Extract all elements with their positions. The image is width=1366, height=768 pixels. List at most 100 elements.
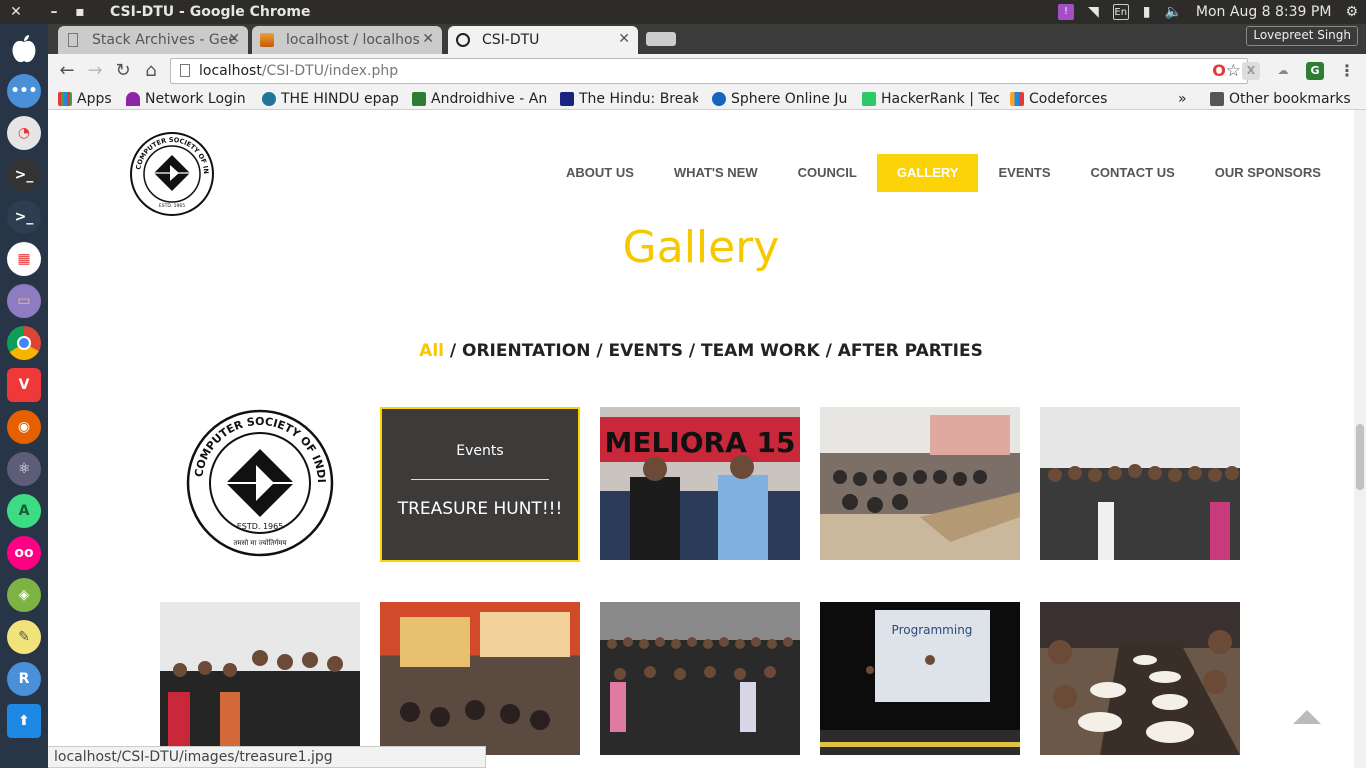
gallery-tile-team-suits[interactable]	[160, 602, 360, 755]
volume-icon[interactable]: 🔈	[1164, 4, 1181, 20]
gallery-tile-meliora[interactable]: MELIORA 15	[600, 407, 800, 560]
vivaldi-icon[interactable]: V	[7, 368, 41, 402]
green-ext-icon[interactable]: G	[1306, 62, 1324, 80]
scrollbar-thumb[interactable]	[1356, 424, 1364, 490]
chrome-icon[interactable]	[7, 326, 41, 360]
bookmark-label: The Hindu: Break	[579, 91, 698, 107]
other-bookmarks[interactable]: Other bookmarks	[1210, 90, 1360, 108]
browser-toolbar: ← → ↻ ⌂ localhost/CSI-DTU/index.php ☆ O …	[48, 54, 1366, 88]
nav-about-us[interactable]: ABOUT US	[546, 154, 654, 192]
wifi-icon[interactable]: ◥	[1088, 4, 1099, 20]
tab-close-icon[interactable]: ✕	[422, 31, 434, 47]
gallery-tile-group-photo[interactable]	[1040, 407, 1240, 560]
opera-ext-icon[interactable]: O	[1210, 62, 1228, 80]
bookmark-spoj[interactable]: Sphere Online Ju	[712, 90, 848, 108]
tab-close-icon[interactable]: ✕	[618, 31, 630, 47]
th-icon	[560, 92, 574, 106]
slide-text: Programming	[892, 623, 973, 637]
tab-csi-dtu[interactable]: CSI-DTU ✕	[448, 26, 638, 54]
chrome-menu-icon[interactable]: ⋮	[1338, 62, 1356, 80]
back-to-top-arrow-icon[interactable]	[1293, 710, 1321, 724]
bookmark-apps[interactable]: Apps	[58, 90, 120, 108]
files-icon[interactable]: ▭	[7, 284, 41, 318]
disk-usage-icon[interactable]: ◔	[7, 116, 41, 150]
firefox-icon[interactable]: ◉	[7, 410, 41, 444]
atom-icon[interactable]: ⚛	[7, 452, 41, 486]
bookmark-hackerrank[interactable]: HackerRank | Tec	[862, 90, 999, 108]
bookmark-network-login[interactable]: Network Login	[126, 90, 252, 108]
settings-gear-icon[interactable]: ⚙	[1345, 4, 1358, 20]
back-arrow-icon[interactable]: ←	[56, 60, 78, 82]
filter-all[interactable]: All	[419, 341, 444, 361]
gallery-tile-big-group[interactable]	[600, 602, 800, 755]
nav-council[interactable]: COUNCIL	[778, 154, 877, 192]
nav-whats-new[interactable]: WHAT'S NEW	[654, 154, 778, 192]
bookmark-label: Codeforces	[1029, 91, 1108, 107]
nav-gallery[interactable]: GALLERY	[876, 154, 979, 192]
nav-our-sponsors[interactable]: OUR SPONSORS	[1195, 154, 1341, 192]
url-path: /CSI-DTU/index.php	[261, 63, 399, 79]
main-nav: ABOUT US WHAT'S NEW COUNCIL GALLERY EVEN…	[546, 154, 1341, 192]
maximize-window-icon[interactable]: ▪	[72, 4, 88, 20]
launcher: ••• ◔ >_ >_ ▦ ▭ V ◉ ⚛ A oo ◈ ✎ R ⬆	[0, 24, 48, 768]
page-info-icon[interactable]	[180, 64, 190, 77]
url-host: localhost	[199, 63, 262, 79]
flickr-icon[interactable]: oo	[7, 536, 41, 570]
tab-close-icon[interactable]: ✕	[228, 31, 240, 47]
terminal-icon[interactable]: >_	[7, 158, 41, 192]
bookmark-codeforces[interactable]: Codeforces	[1010, 90, 1130, 108]
alert-icon[interactable]: !	[1057, 4, 1074, 20]
address-bar[interactable]: localhost/CSI-DTU/index.php ☆	[170, 58, 1248, 84]
bookmark-the-hindu-breaking[interactable]: The Hindu: Break	[560, 90, 698, 108]
new-tab-button[interactable]	[646, 32, 676, 46]
bookmark-androidhive[interactable]: Androidhive - An	[412, 90, 549, 108]
nav-events[interactable]: EVENTS	[978, 154, 1070, 192]
x-ext-icon[interactable]: X	[1242, 62, 1260, 80]
android-icon	[412, 92, 426, 106]
bookmarks-overflow-button[interactable]: »	[1178, 90, 1192, 108]
android-sdk-icon[interactable]: ◈	[7, 578, 41, 612]
home-icon[interactable]: ⌂	[140, 60, 162, 82]
gallery-tile-treasure-hunt[interactable]: Events TREASURE HUNT!!!	[380, 407, 580, 562]
forward-arrow-icon[interactable]: →	[84, 60, 106, 82]
apps-grid-icon	[58, 92, 72, 106]
android-studio-icon[interactable]: A	[7, 494, 41, 528]
filter-categories[interactable]: / ORIENTATION / EVENTS / TEAM WORK / AFT…	[444, 341, 983, 361]
bookmark-star-icon[interactable]: ☆	[1226, 59, 1241, 83]
csi-logo[interactable]: COMPUTER SOCIETY OF INDIA ESTD. 1965	[130, 132, 214, 216]
close-window-icon[interactable]: ✕	[8, 4, 24, 20]
gallery-tile-programming[interactable]: Programming	[820, 602, 1020, 755]
gallery-tile-party[interactable]	[380, 602, 580, 755]
gallery-tile-auditorium[interactable]	[820, 407, 1020, 560]
keyboard-layout[interactable]: En	[1112, 4, 1129, 20]
clock[interactable]: Mon Aug 8 8:39 PM	[1196, 4, 1332, 20]
minimize-window-icon[interactable]: –	[46, 4, 62, 20]
battery-icon[interactable]: ▮	[1143, 4, 1151, 20]
tab-phpmyadmin[interactable]: localhost / localhos ✕	[252, 26, 442, 54]
gallery-title: Gallery	[622, 222, 780, 273]
terminal-alt-icon[interactable]: >_	[7, 200, 41, 234]
chat-app-icon[interactable]: •••	[7, 74, 41, 108]
notes-icon[interactable]: ✎	[7, 620, 41, 654]
os-top-bar: ✕ – ▪ CSI-DTU - Google Chrome ! ◥ En ▮ 🔈…	[0, 0, 1366, 24]
bookmark-label: HackerRank | Tec	[881, 91, 999, 107]
bookmark-the-hindu-epaper[interactable]: THE HINDU epap	[262, 90, 400, 108]
wordpress-icon	[262, 92, 276, 106]
profile-button[interactable]: Lovepreet Singh	[1246, 26, 1358, 46]
gallery-tile-dinner[interactable]	[1040, 602, 1240, 755]
tab-label: Stack Archives - Gee	[92, 32, 237, 48]
nav-contact-us[interactable]: CONTACT US	[1071, 154, 1195, 192]
bookmark-label: THE HINDU epap	[281, 91, 399, 107]
dash-icon[interactable]	[7, 32, 41, 66]
tab-stack-archives[interactable]: Stack Archives - Gee ✕	[58, 26, 248, 54]
reload-icon[interactable]: ↻	[112, 60, 134, 82]
tile-category: Events	[456, 443, 504, 459]
page-scrollbar[interactable]	[1354, 110, 1366, 768]
gallery-tile-logo[interactable]: COMPUTER SOCIETY OF INDIA ESTD. 1965 तमस…	[160, 407, 360, 560]
software-center-icon[interactable]: ▦	[7, 242, 41, 276]
bookmark-label: Apps	[77, 91, 112, 107]
cloud-ext-icon[interactable]: ☁	[1274, 62, 1292, 80]
update-icon[interactable]: ⬆	[7, 704, 41, 738]
tab-strip: Stack Archives - Gee ✕ localhost / local…	[48, 24, 1366, 54]
rstudio-icon[interactable]: R	[7, 662, 41, 696]
